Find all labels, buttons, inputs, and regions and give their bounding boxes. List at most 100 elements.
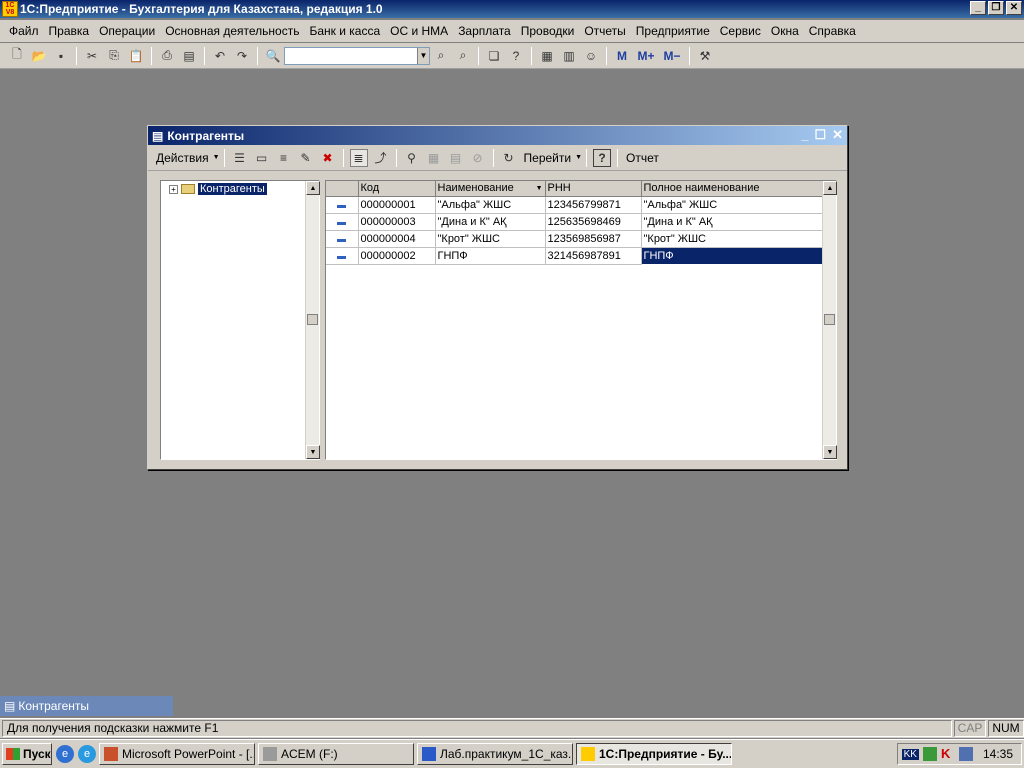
tree-scrollbar[interactable]: ▲ ▼ (305, 181, 320, 459)
find-icon[interactable]: 🔍 (264, 47, 282, 65)
find-next-icon[interactable]: ⌕ (432, 47, 450, 65)
memory-mplus-icon[interactable]: M+ (635, 47, 657, 65)
menu-enterprise[interactable]: Предприятие (631, 24, 715, 38)
ie-quicklaunch-icon[interactable]: e (56, 745, 74, 763)
task-word[interactable]: Лаб.практикум_1С_каз... (417, 743, 573, 765)
task-drive[interactable]: ACEM (F:) (258, 743, 414, 765)
group-tree[interactable]: + Контрагенты ▲ ▼ (160, 180, 320, 460)
filter-history-icon[interactable]: ▤ (447, 149, 465, 167)
tree-root-label[interactable]: Контрагенты (198, 183, 267, 195)
cell-rnn[interactable]: 125635698469 (545, 213, 642, 231)
cell-rnn[interactable]: 123456799871 (545, 196, 642, 214)
table-row[interactable]: 000000002 ГНПФ 321456987891 ГНПФ (326, 246, 824, 265)
scroll-thumb[interactable] (824, 314, 835, 325)
windows-icon[interactable]: ❏ (485, 47, 503, 65)
scroll-down-icon[interactable]: ▼ (823, 445, 837, 459)
hierarchy-icon[interactable]: ≣ (349, 148, 368, 167)
calendar-icon[interactable]: ▥ (560, 47, 578, 65)
tree-root[interactable]: + Контрагенты (169, 183, 267, 195)
network-icon[interactable] (922, 747, 937, 761)
cell-code[interactable]: 000000001 (358, 196, 436, 214)
col-code-header[interactable]: Код (358, 181, 436, 197)
minimize-button[interactable]: _ (970, 1, 986, 15)
maximize-icon[interactable]: ☐ (814, 127, 826, 143)
mdi-tab-contractors[interactable]: ▤ Контрагенты (0, 696, 173, 716)
paste-icon[interactable]: 📋 (127, 47, 145, 65)
cell-fullname[interactable]: "Дина и К" АҚ (641, 213, 824, 231)
menu-bank-cash[interactable]: Банк и касса (304, 24, 385, 38)
contractors-table[interactable]: Код Наименование ▼ РНН Полное наименовани… (325, 180, 837, 460)
tools-icon[interactable]: ⚒ (696, 47, 714, 65)
table-row[interactable]: 000000001 "Альфа" ЖШС 123456799871 "Альф… (326, 196, 824, 214)
add-item-icon[interactable]: ☰ (231, 149, 249, 167)
cut-icon[interactable]: ✂ (83, 47, 101, 65)
table-row[interactable]: 000000003 "Дина и К" АҚ 125635698469 "Ди… (326, 213, 824, 231)
close-button[interactable]: ✕ (1006, 1, 1022, 15)
actions-menu[interactable]: Действия (152, 151, 213, 165)
redo-icon[interactable]: ↷ (233, 47, 251, 65)
copy-item-icon[interactable]: ≡ (275, 149, 293, 167)
cell-code[interactable]: 000000003 (358, 213, 436, 231)
help-1c-icon[interactable]: ? (507, 47, 525, 65)
scroll-thumb[interactable] (307, 314, 318, 325)
find-prev-icon[interactable]: ⌕ (454, 47, 472, 65)
preview-icon[interactable]: ▤ (180, 47, 198, 65)
restore-button[interactable]: ❐ (988, 1, 1004, 15)
menu-service[interactable]: Сервис (715, 24, 766, 38)
table-scrollbar[interactable]: ▲ ▼ (822, 181, 837, 459)
task-powerpoint[interactable]: Microsoft PowerPoint - [... (99, 743, 255, 765)
filter-icon[interactable]: ⚲ (403, 149, 421, 167)
report-button[interactable]: Отчет (622, 151, 663, 165)
cell-fullname-selected[interactable]: ГНПФ (640, 246, 824, 265)
scroll-down-icon[interactable]: ▼ (306, 445, 320, 459)
scroll-up-icon[interactable]: ▲ (823, 181, 837, 195)
undo-icon[interactable]: ↶ (211, 47, 229, 65)
save-icon[interactable]: ▪ (52, 47, 70, 65)
menu-main-activity[interactable]: Основная деятельность (160, 24, 304, 38)
search-combo[interactable]: ▼ (284, 46, 430, 65)
scroll-up-icon[interactable]: ▲ (306, 181, 320, 195)
print-icon[interactable]: ⎙ (158, 47, 176, 65)
level-up-icon[interactable]: ⤴ (372, 149, 390, 167)
calculator-icon[interactable]: ▦ (538, 47, 556, 65)
menu-reports[interactable]: Отчеты (579, 24, 630, 38)
menu-windows[interactable]: Окна (766, 24, 804, 38)
add-folder-icon[interactable]: ▭ (253, 149, 271, 167)
table-row[interactable]: 000000004 "Крот" ЖШС 123569856987 "Крот"… (326, 230, 824, 248)
menu-salary[interactable]: Зарплата (453, 24, 516, 38)
new-doc-icon[interactable]: 🗋 (8, 47, 26, 65)
minimize-icon[interactable]: _ (801, 127, 808, 143)
menu-file[interactable]: Файл (4, 24, 44, 38)
ie2-quicklaunch-icon[interactable]: e (78, 745, 96, 763)
col-rnn-header[interactable]: РНН (545, 181, 642, 197)
col-fullname-header[interactable]: Полное наименование (641, 181, 824, 197)
menu-entries[interactable]: Проводки (516, 24, 580, 38)
delete-item-icon[interactable]: ✖ (319, 149, 337, 167)
start-button[interactable]: Пуск (2, 743, 52, 765)
menu-operations[interactable]: Операции (94, 24, 160, 38)
cell-name[interactable]: ГНПФ (435, 247, 546, 265)
cell-rnn[interactable]: 123569856987 (545, 230, 642, 248)
monitor-icon[interactable] (958, 747, 973, 761)
memory-mminus-icon[interactable]: M− (661, 47, 683, 65)
task-1c[interactable]: 1С:Предприятие - Бу... (576, 743, 732, 765)
antivirus-icon[interactable]: K (941, 747, 955, 761)
menu-edit[interactable]: Правка (44, 24, 95, 38)
cell-name[interactable]: "Крот" ЖШС (435, 230, 546, 248)
memory-m-icon[interactable]: M (613, 47, 631, 65)
cell-fullname[interactable]: "Крот" ЖШС (641, 230, 824, 248)
expand-icon[interactable]: + (169, 184, 178, 194)
cell-fullname[interactable]: "Альфа" ЖШС (641, 196, 824, 214)
user-icon[interactable]: ☺ (582, 47, 600, 65)
help-button[interactable]: ? (593, 148, 612, 167)
cell-name[interactable]: "Альфа" ЖШС (435, 196, 546, 214)
goto-menu[interactable]: Перейти (520, 151, 576, 165)
copy-icon[interactable]: ⎘ (105, 47, 123, 65)
cell-name[interactable]: "Дина и К" АҚ (435, 213, 546, 231)
open-icon[interactable]: 📂 (30, 47, 48, 65)
filter-list-icon[interactable]: ▦ (425, 149, 443, 167)
cell-rnn[interactable]: 321456987891 (545, 247, 642, 265)
clear-filter-icon[interactable]: ⊘ (469, 149, 487, 167)
refresh-icon[interactable]: ↻ (500, 149, 518, 167)
col-name-header[interactable]: Наименование ▼ (435, 181, 546, 197)
